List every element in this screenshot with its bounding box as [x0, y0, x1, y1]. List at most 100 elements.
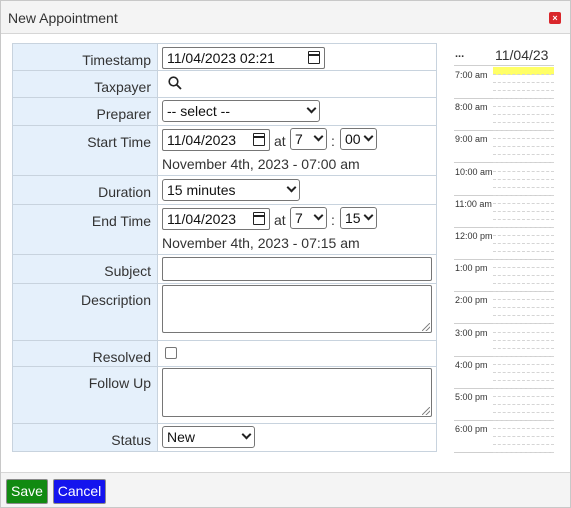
calendar-slot[interactable]: [493, 139, 554, 148]
calendar-hour-row[interactable]: 7:00 am: [454, 67, 554, 99]
status-select[interactable]: New: [162, 426, 255, 448]
start-date-field[interactable]: 11/04/2023: [162, 129, 270, 151]
calendar-hour-label: 12:00 pm: [455, 231, 493, 241]
calendar-slot[interactable]: [493, 131, 554, 140]
calendar-slot[interactable]: [493, 325, 554, 333]
resize-grip-icon[interactable]: [422, 407, 430, 415]
calendar-slot[interactable]: [493, 413, 554, 421]
calendar-slot[interactable]: [493, 405, 554, 413]
calendar-slot[interactable]: [493, 260, 554, 269]
start-date-value: 11/04/2023: [167, 132, 237, 148]
close-button[interactable]: ×: [549, 12, 561, 24]
calendar-hour-label: 5:00 pm: [455, 392, 488, 402]
calendar-slot[interactable]: [493, 212, 554, 220]
calendar-slot[interactable]: [493, 276, 554, 285]
calendar-slot[interactable]: [493, 244, 554, 252]
calendar-slot[interactable]: [493, 220, 554, 228]
calendar-slot[interactable]: [493, 349, 554, 357]
calendar-hour-row[interactable]: 6:00 pm: [454, 421, 554, 454]
save-button[interactable]: Save: [6, 479, 48, 504]
calendar-hour-row[interactable]: 3:00 pm: [454, 325, 554, 357]
calendar-icon[interactable]: [308, 51, 320, 64]
calendar-slot[interactable]: [493, 204, 554, 212]
calendar-slot[interactable]: [493, 421, 554, 430]
cancel-button[interactable]: Cancel: [53, 479, 106, 504]
calendar-slot-selected[interactable]: [493, 67, 554, 75]
start-minute-select[interactable]: 00: [340, 128, 377, 150]
calendar-slot[interactable]: [493, 308, 554, 317]
calendar-slot[interactable]: [493, 91, 554, 99]
calendar-slot[interactable]: [493, 180, 554, 188]
calendar-hour-label: 3:00 pm: [455, 327, 488, 338]
search-icon[interactable]: [168, 76, 182, 90]
calendar-slot[interactable]: [493, 437, 554, 446]
calendar-slot[interactable]: [493, 107, 554, 116]
calendar-hour-row[interactable]: 8:00 am: [454, 99, 554, 132]
calendar-hour-row[interactable]: 12:00 pm: [454, 228, 554, 260]
status-label: Status: [13, 424, 158, 451]
calendar-slot[interactable]: [493, 284, 554, 293]
calendar-hour-row[interactable]: 5:00 pm: [454, 389, 554, 421]
preparer-select[interactable]: -- select --: [162, 100, 320, 122]
calendar-slot[interactable]: [493, 196, 554, 204]
calendar-hour-row[interactable]: 2:00 pm: [454, 292, 554, 325]
calendar-slot[interactable]: [493, 228, 554, 236]
calendar-hour-row[interactable]: 4:00 pm: [454, 357, 554, 389]
calendar-hour-label: 11:00 am: [455, 198, 492, 209]
calendar-slot[interactable]: [493, 188, 554, 196]
calendar-slot[interactable]: [493, 164, 554, 172]
calendar-icon[interactable]: [253, 133, 265, 146]
end-date-field[interactable]: 11/04/2023: [162, 208, 270, 230]
calendar-slot[interactable]: [493, 268, 554, 277]
timestamp-value: 11/04/2023 02:21: [167, 50, 275, 66]
calendar-slot[interactable]: [493, 365, 554, 373]
end-minute-select[interactable]: 15: [340, 207, 377, 229]
chevron-down-icon: [286, 182, 297, 193]
calendar-slot[interactable]: [493, 357, 554, 365]
start-colon: :: [331, 133, 335, 149]
calendar-icon[interactable]: [253, 212, 265, 225]
end-hour-select[interactable]: 7: [290, 207, 327, 229]
calendar-slot[interactable]: [493, 429, 554, 438]
calendar-slot[interactable]: [493, 397, 554, 405]
end-colon: :: [331, 212, 335, 228]
calendar-slot[interactable]: [493, 236, 554, 244]
start-hour-select[interactable]: 7: [290, 128, 327, 150]
calendar-slot[interactable]: [493, 389, 554, 397]
calendar-slot[interactable]: [493, 83, 554, 91]
description-textarea[interactable]: [162, 285, 432, 333]
calendar-slot[interactable]: [493, 445, 554, 454]
calendar-hour-label: 4:00 pm: [455, 359, 488, 370]
calendar-slot[interactable]: [493, 373, 554, 381]
resolved-checkbox[interactable]: [165, 347, 177, 359]
calendar-slot[interactable]: [493, 147, 554, 156]
calendar-slot[interactable]: [493, 300, 554, 309]
calendar-slot[interactable]: [493, 75, 554, 83]
calendar-slot[interactable]: [493, 172, 554, 180]
description-label: Description: [13, 284, 158, 340]
duration-select[interactable]: 15 minutes: [162, 179, 300, 201]
calendar-hour-row[interactable]: 10:00 am: [454, 164, 554, 196]
end-time-row: End Time 11/04/2023 at 7 : 15 November 4…: [12, 205, 437, 255]
resize-grip-icon[interactable]: [422, 323, 430, 331]
calendar-slot[interactable]: [493, 341, 554, 349]
calendar-slot[interactable]: [493, 292, 554, 301]
status-selected: New: [167, 429, 196, 445]
subject-input[interactable]: [162, 257, 432, 281]
calendar-slot[interactable]: [493, 381, 554, 389]
calendar-slot[interactable]: [493, 123, 554, 132]
calendar-hour-row[interactable]: 1:00 pm: [454, 260, 554, 293]
calendar-slot[interactable]: [493, 316, 554, 325]
calendar-slot[interactable]: [493, 333, 554, 341]
end-minute-value: 15: [345, 210, 361, 226]
calendar-slot[interactable]: [493, 99, 554, 108]
calendar-slot[interactable]: [493, 252, 554, 260]
calendar-slot[interactable]: [493, 115, 554, 124]
calendar-slot[interactable]: [493, 155, 554, 164]
calendar-nav-button[interactable]: ...: [455, 48, 464, 60]
follow-up-textarea[interactable]: [162, 368, 432, 417]
dialog-footer: Save Cancel: [1, 472, 570, 507]
calendar-hour-row[interactable]: 11:00 am: [454, 196, 554, 228]
timestamp-field[interactable]: 11/04/2023 02:21: [162, 47, 325, 69]
calendar-hour-row[interactable]: 9:00 am: [454, 131, 554, 164]
